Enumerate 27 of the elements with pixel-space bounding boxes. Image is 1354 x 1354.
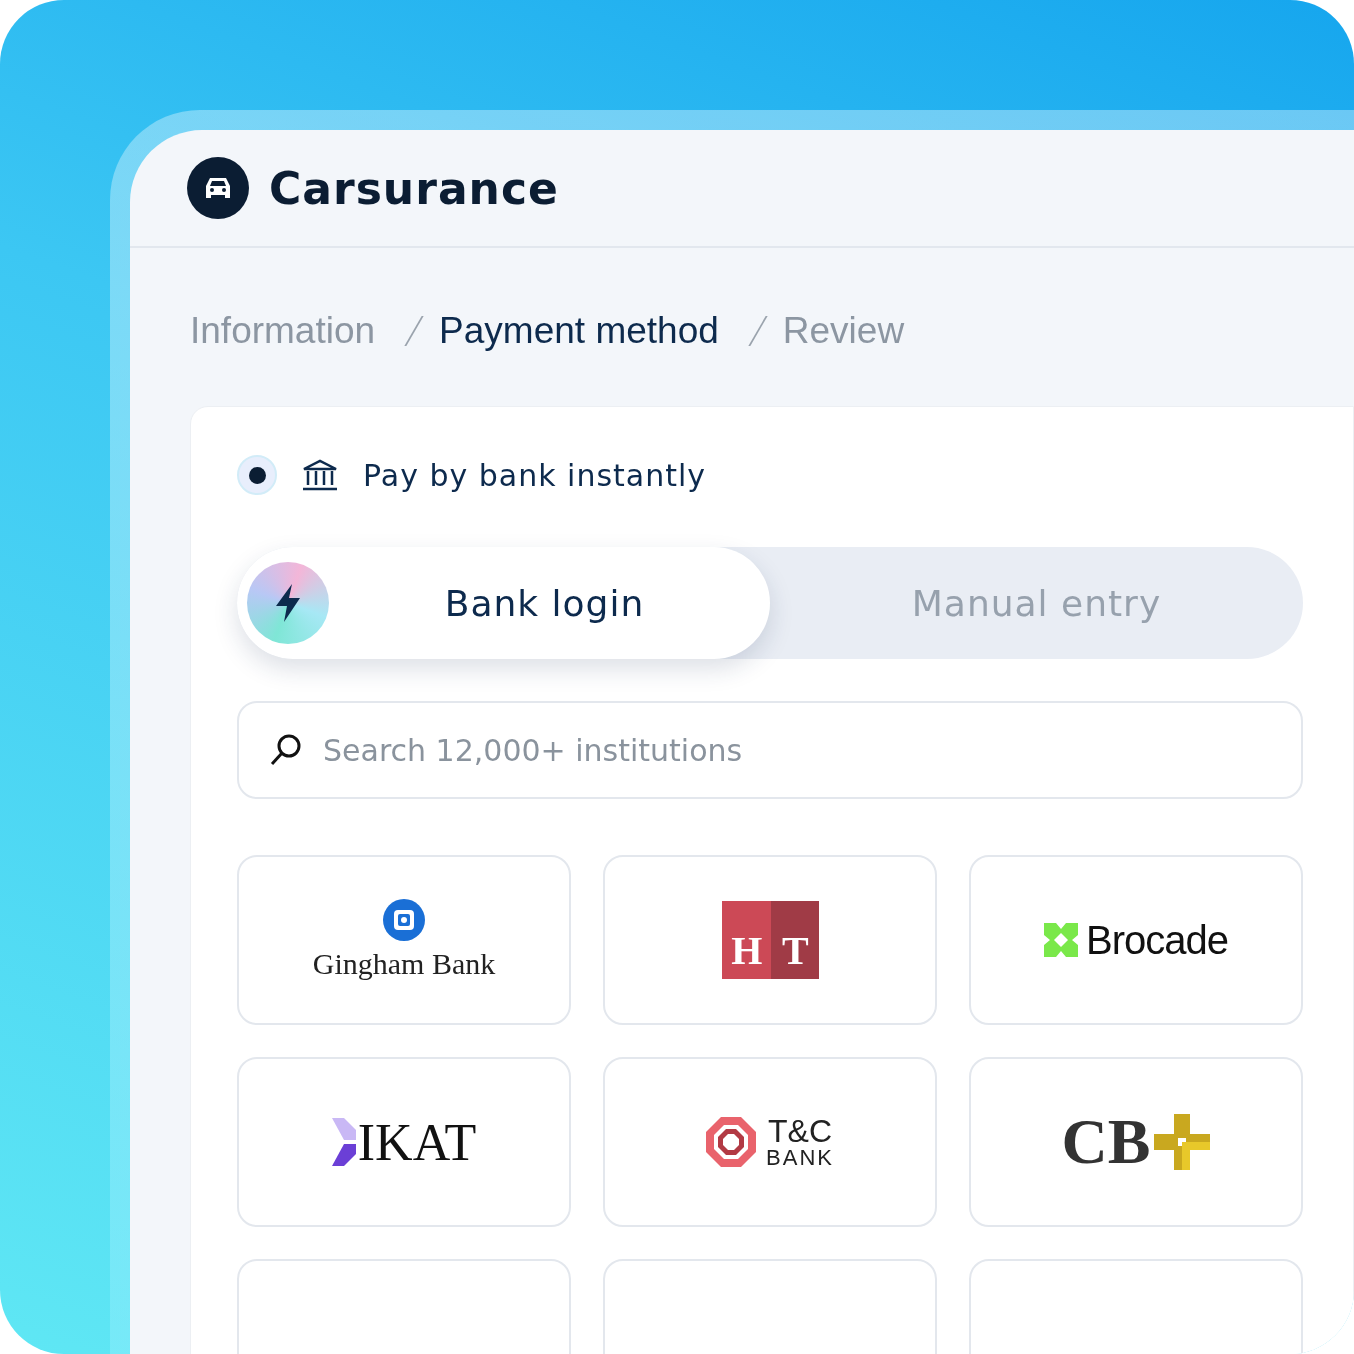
breadcrumb-step[interactable]: Payment method xyxy=(439,310,719,352)
payment-option-label: Pay by bank instantly xyxy=(363,457,707,493)
bank-icon xyxy=(301,459,339,491)
lightning-icon xyxy=(273,584,303,622)
bank-logo: H T xyxy=(721,901,819,979)
radio-button[interactable] xyxy=(237,455,277,495)
bank-name: IKAT xyxy=(357,1112,477,1172)
search-field[interactable]: Search 12,000+ institutions xyxy=(237,701,1303,799)
bank-logo-icon xyxy=(706,1117,757,1167)
bank-tile[interactable]: Gingham Bank xyxy=(237,855,571,1025)
brand-name: Carsurance xyxy=(269,162,559,214)
bank-name: Brocade xyxy=(1086,917,1228,963)
bank-name: CB xyxy=(1061,1105,1151,1179)
cross-logo-icon xyxy=(1154,1114,1211,1170)
car-icon xyxy=(204,176,232,200)
bank-tile[interactable]: H T xyxy=(603,855,937,1025)
bank-tile[interactable]: IKAT xyxy=(237,1057,571,1227)
search-icon xyxy=(269,733,303,767)
bank-name: Gingham Bank xyxy=(312,947,496,981)
bank-logo-icon xyxy=(331,1118,356,1166)
bank-name: T&C BANK xyxy=(766,1115,834,1169)
bank-tile[interactable]: CB xyxy=(969,1057,1303,1227)
bank-logo-icon xyxy=(383,899,425,941)
bank-logo-icon xyxy=(1044,923,1078,957)
bank-tile[interactable]: T&C BANK xyxy=(603,1057,937,1227)
tab[interactable]: Bank login xyxy=(237,547,770,659)
bank-tile[interactable]: Brocade xyxy=(969,855,1303,1025)
